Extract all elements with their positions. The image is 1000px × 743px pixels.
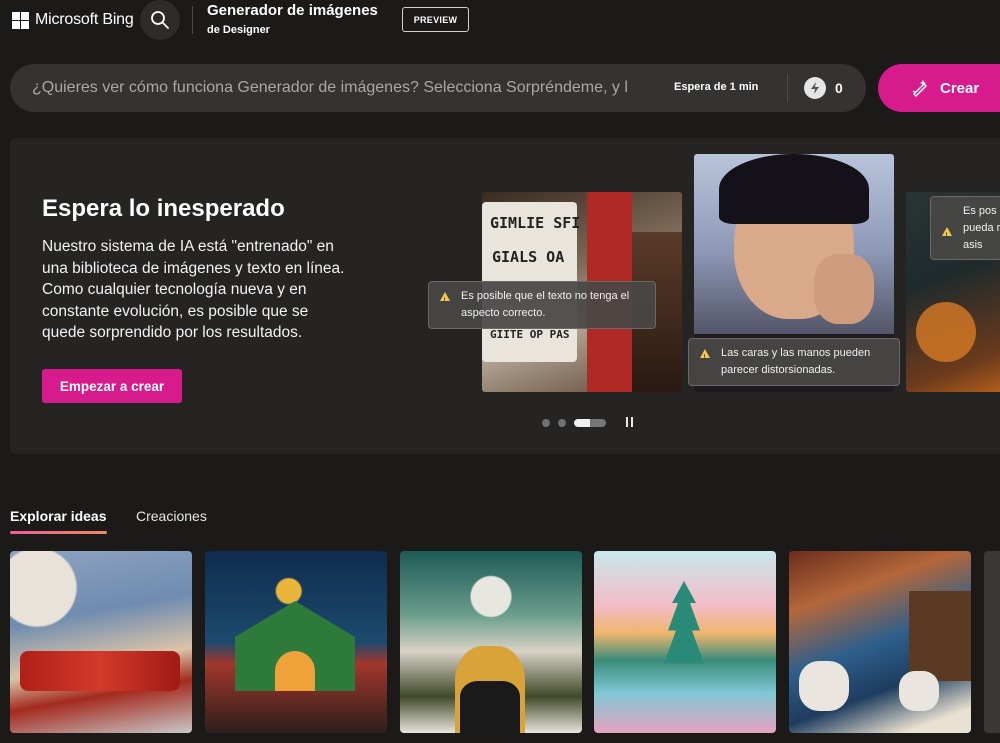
microsoft-logo-icon <box>12 11 29 29</box>
hero-banner: Espera lo inesperado Nuestro sistema de … <box>10 138 1000 454</box>
boost-count: 0 <box>835 80 843 96</box>
brand-name: Microsoft Bing <box>35 11 134 28</box>
warning-icon <box>440 292 450 310</box>
header-divider <box>192 6 193 34</box>
app-title: Generador de imágenes <box>207 2 378 19</box>
hero-title: Espera lo inesperado <box>42 195 285 222</box>
warning-tooltip-faces: Las caras y las manos pueden parecer dis… <box>688 338 900 386</box>
start-creating-button[interactable]: Empezar a crear <box>42 369 182 403</box>
pump-sign-line-1: GIMLIE SFI <box>490 214 581 232</box>
carousel-dot-1[interactable] <box>542 419 550 427</box>
create-label: Crear <box>940 79 980 97</box>
boost-icon <box>804 77 826 99</box>
warning-tooltip-partial: Es pos pueda r de asis <box>930 196 1000 260</box>
pause-icon <box>626 417 628 427</box>
boost-counter[interactable]: 0 <box>804 77 843 99</box>
bing-logo[interactable]: Microsoft Bing <box>12 11 134 29</box>
warning-text-2: Las caras y las manos pueden parecer dis… <box>721 347 871 376</box>
gallery-image-paper-temple[interactable] <box>594 551 776 733</box>
app-subtitle: de Designer <box>207 24 270 36</box>
tab-creations[interactable]: Creaciones <box>136 508 207 524</box>
gallery-image-partial[interactable] <box>984 551 1000 733</box>
warning-icon <box>700 349 710 367</box>
carousel-dot-2[interactable] <box>558 419 566 427</box>
create-button[interactable]: Crear <box>878 64 1000 112</box>
prompt-bar: Espera de 1 min 0 <box>10 64 866 112</box>
gallery-image-piano-women-cats[interactable] <box>789 551 971 733</box>
search-button[interactable] <box>140 0 180 40</box>
warning-tooltip-text: Es posible que el texto no tenga el aspe… <box>428 281 656 329</box>
pause-button[interactable] <box>626 417 636 429</box>
magic-pen-icon <box>912 80 928 98</box>
carousel-dot-3-active[interactable] <box>574 419 606 427</box>
search-icon <box>151 11 169 29</box>
gallery-image-felt-campfire[interactable] <box>205 551 387 733</box>
gallery-image-music-festival[interactable] <box>10 551 192 733</box>
top-header: Microsoft Bing Generador de imágenes de … <box>0 0 1000 40</box>
active-tab-indicator <box>10 531 107 534</box>
carousel-indicators <box>542 419 606 427</box>
warning-text-3: Es pos pueda r de asis <box>963 205 1000 251</box>
preview-badge: PREVIEW <box>402 7 469 32</box>
warning-icon <box>942 227 952 245</box>
pump-sign-line-2: GIALS OA <box>492 248 565 266</box>
wait-time-label: Espera de 1 min <box>674 81 759 93</box>
prompt-input[interactable] <box>32 64 632 112</box>
hero-description: Nuestro sistema de IA está "entrenado" e… <box>42 238 345 341</box>
boost-divider <box>787 74 788 102</box>
gallery-image-felt-winter[interactable] <box>400 551 582 733</box>
pump-sign-line-3: GIITE OP PAS <box>490 328 570 341</box>
tab-explore-ideas[interactable]: Explorar ideas <box>10 508 107 524</box>
warning-text-1: Es posible que el texto no tenga el aspe… <box>461 290 630 319</box>
